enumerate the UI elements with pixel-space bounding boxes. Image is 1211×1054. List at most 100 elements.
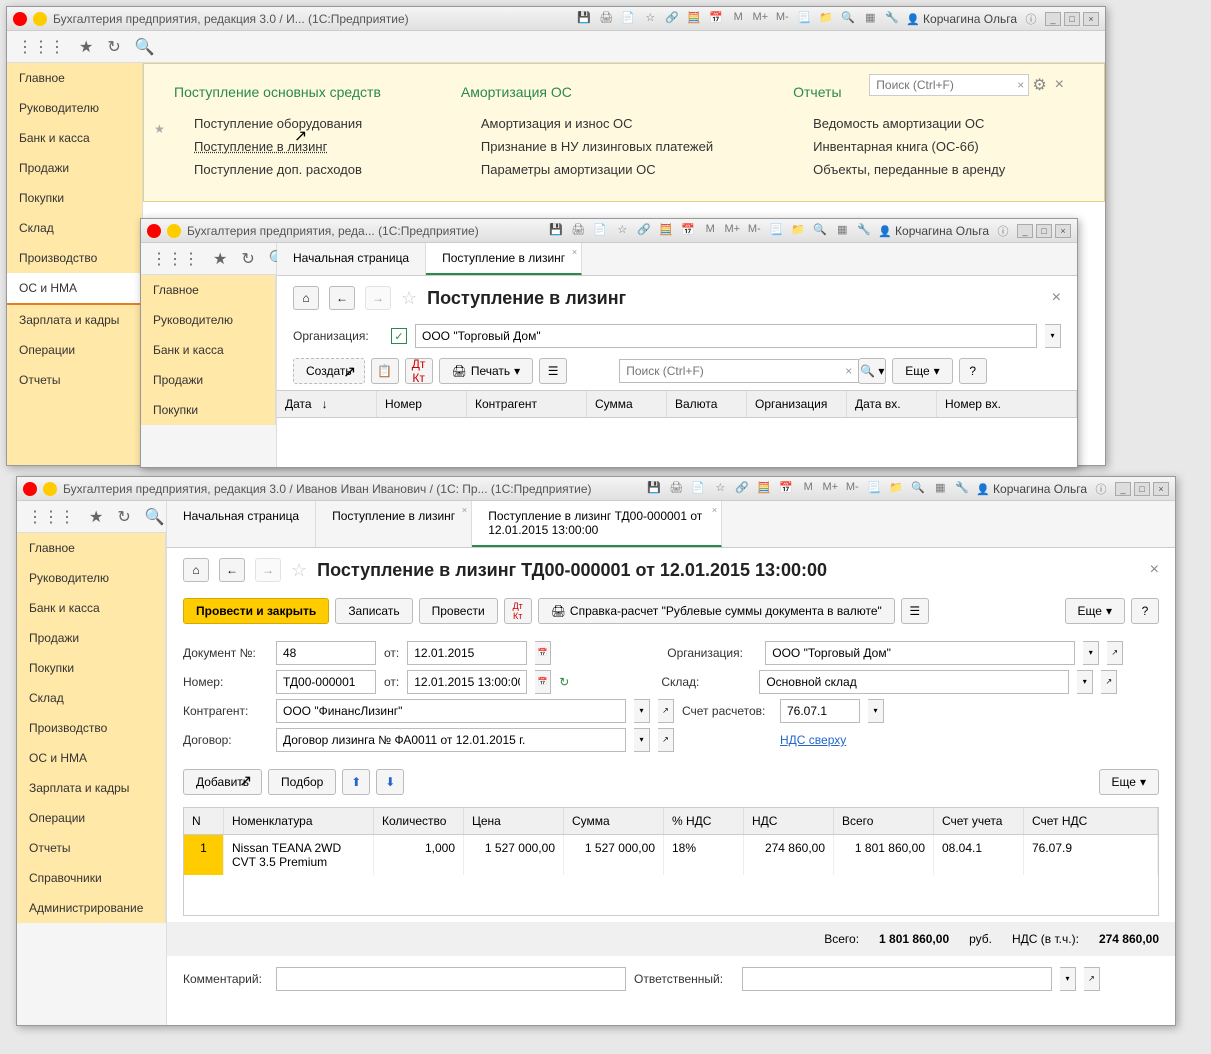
folder-icon[interactable]: 📁 (790, 223, 806, 239)
sidebar-item[interactable]: Продажи (7, 153, 142, 183)
sidebar-item[interactable]: Склад (7, 213, 142, 243)
wrench-icon[interactable]: 🔧 (856, 223, 872, 239)
info-icon[interactable]: ⓘ (995, 223, 1011, 239)
save-icon[interactable]: 💾 (646, 481, 662, 497)
tab-close-icon[interactable]: × (462, 505, 467, 515)
menu-link[interactable]: Ведомость амортизации ОС (793, 112, 1005, 135)
sidebar-item[interactable]: Главное (141, 275, 275, 305)
calc-icon[interactable]: 🧮 (756, 481, 772, 497)
col[interactable]: Организация (747, 391, 847, 417)
folder-icon[interactable]: 📁 (888, 481, 904, 497)
new-doc-icon[interactable]: 📃 (866, 481, 882, 497)
back-button[interactable]: ← (329, 286, 355, 310)
history-icon[interactable]: ↻ (107, 37, 120, 57)
sidebar-item[interactable]: Операции (7, 335, 142, 365)
open-icon[interactable]: ↗ (658, 699, 674, 723)
move-down-button[interactable]: ⬇ (376, 769, 404, 795)
sidebar-item[interactable]: Администрирование (17, 893, 165, 923)
page-close-icon[interactable]: × (1150, 561, 1159, 579)
more-button[interactable]: Еще ▾ (892, 358, 952, 384)
post-button[interactable]: Провести (419, 598, 498, 624)
maximize-button[interactable]: □ (1134, 482, 1150, 496)
favorite-icon[interactable]: ★ (89, 507, 103, 527)
sidebar-item-active[interactable]: ОС и НМА (7, 273, 142, 305)
close-button[interactable]: × (1153, 482, 1169, 496)
menu-link[interactable]: Поступление доп. расходов (174, 158, 381, 181)
menu-link-selected[interactable]: Поступление в лизинг (174, 135, 381, 158)
sidebar-item[interactable]: Руководителю (7, 93, 142, 123)
forward-button[interactable]: → (365, 286, 391, 310)
favorite-star-icon[interactable]: ☆ (291, 560, 307, 581)
minimize-button[interactable]: _ (1017, 224, 1033, 238)
open-icon[interactable]: ↗ (658, 728, 674, 752)
sidebar-item[interactable]: Операции (17, 803, 165, 833)
clear-icon[interactable]: × (845, 364, 852, 378)
search-icon[interactable]: 🔍 (135, 37, 155, 57)
col[interactable]: НДС (744, 808, 834, 834)
create-button[interactable]: Создать (293, 358, 365, 384)
col[interactable]: Сумма (564, 808, 664, 834)
calendar-icon[interactable]: 📅 (535, 670, 551, 694)
wh-input[interactable] (759, 670, 1069, 694)
tab-active[interactable]: Поступление в лизинг× (426, 243, 582, 275)
star-icon[interactable]: ☆ (614, 223, 630, 239)
refresh-icon[interactable]: ↻ (559, 675, 569, 689)
wrench-icon[interactable]: 🔧 (954, 481, 970, 497)
sidebar-item[interactable]: Покупки (17, 653, 165, 683)
favorite-icon[interactable]: ★ (79, 37, 93, 57)
star-icon[interactable]: ☆ (642, 11, 658, 27)
print-icon[interactable]: 🖨 (570, 223, 586, 239)
search-input[interactable] (619, 359, 859, 383)
mem-m[interactable]: M (800, 481, 816, 497)
col[interactable]: Номер вх. (937, 391, 1077, 417)
home-button[interactable]: ⌂ (183, 558, 209, 582)
layout-icon[interactable]: ▦ (862, 11, 878, 27)
sidebar-item[interactable]: Зарплата и кадры (7, 305, 142, 335)
find-button[interactable]: 🔍 ▾ (858, 358, 886, 384)
cal-icon[interactable]: 📅 (778, 481, 794, 497)
print-icon[interactable]: 🖨 (598, 11, 614, 27)
save-icon[interactable]: 💾 (548, 223, 564, 239)
sidebar-item[interactable]: Продажи (141, 365, 275, 395)
calc-icon[interactable]: 🧮 (686, 11, 702, 27)
menu-link[interactable]: Объекты, переданные в аренду (793, 158, 1005, 181)
report-button[interactable]: 🖨 Справка-расчет "Рублевые суммы докумен… (538, 598, 895, 624)
info-icon[interactable]: ⓘ (1093, 481, 1109, 497)
post-close-button[interactable]: Провести и закрыть (183, 598, 329, 624)
doc-icon[interactable]: 📄 (620, 11, 636, 27)
folder-icon[interactable]: 📁 (818, 11, 834, 27)
layout-icon[interactable]: ▦ (932, 481, 948, 497)
mem-m[interactable]: M (730, 11, 746, 27)
agr-input[interactable] (276, 728, 626, 752)
open-icon[interactable]: ↗ (1107, 641, 1123, 665)
menu-link[interactable]: Признание в НУ лизинговых платежей (461, 135, 713, 158)
help-button[interactable]: ? (959, 358, 987, 384)
search-icon[interactable]: 🔍 (910, 481, 926, 497)
tab[interactable]: Начальная страница (277, 243, 426, 275)
table-row[interactable]: 1 Nissan TEANA 2WD CVT 3.5 Premium 1,000… (184, 835, 1158, 875)
search-icon[interactable]: 🔍 (840, 11, 856, 27)
sidebar-item[interactable]: Банк и касса (17, 593, 165, 623)
sidebar-item[interactable]: Банк и касса (141, 335, 275, 365)
col[interactable]: Валюта (667, 391, 747, 417)
sidebar-item[interactable]: Главное (7, 63, 142, 93)
page-close-icon[interactable]: × (1052, 289, 1061, 307)
link-icon[interactable]: 🔗 (734, 481, 750, 497)
new-doc-icon[interactable]: 📃 (796, 11, 812, 27)
doc-no-input[interactable] (276, 641, 376, 665)
col[interactable]: Цена (464, 808, 564, 834)
move-up-button[interactable]: ⬆ (342, 769, 370, 795)
close-icon[interactable]: × (1055, 76, 1064, 94)
print-icon[interactable]: 🖨 (668, 481, 684, 497)
list-button[interactable]: ☰ (539, 358, 567, 384)
tab-close-icon[interactable]: × (572, 247, 577, 257)
copy-button[interactable]: 📋 (371, 358, 399, 384)
col[interactable]: N (184, 808, 224, 834)
menu-link[interactable]: Поступление оборудования (174, 112, 381, 135)
add-button[interactable]: Добавить (183, 769, 262, 795)
apps-icon[interactable]: ⋮⋮⋮ (27, 507, 75, 527)
favorite-star-icon[interactable]: ☆ (401, 288, 417, 309)
doc-icon[interactable]: 📄 (592, 223, 608, 239)
comment-input[interactable] (276, 967, 626, 991)
col[interactable]: Контрагент (467, 391, 587, 417)
